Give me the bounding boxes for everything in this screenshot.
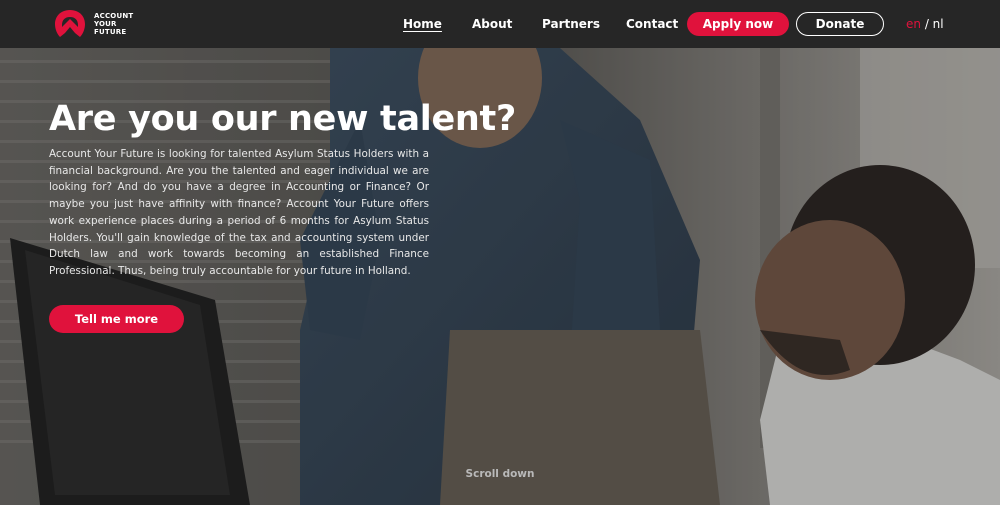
logo-wordmark: ACCOUNT YOUR FUTURE — [94, 12, 133, 36]
page: ACCOUNT YOUR FUTURE Home About Partners … — [0, 0, 1000, 505]
nav-contact[interactable]: Contact — [626, 17, 678, 31]
lang-nl-link[interactable]: nl — [933, 17, 944, 31]
lang-separator: / — [921, 17, 933, 31]
hero-description: Account Your Future is looking for talen… — [49, 148, 429, 277]
logo-line-2: YOUR — [94, 20, 117, 28]
nav-home[interactable]: Home — [403, 17, 442, 31]
logo-line-1: ACCOUNT — [94, 12, 134, 20]
apply-now-button[interactable]: Apply now — [687, 12, 789, 36]
hero-title: Are you our new talent? — [49, 99, 516, 139]
site-logo[interactable]: ACCOUNT YOUR FUTURE — [54, 9, 133, 39]
scroll-down-link[interactable]: Scroll down — [0, 468, 1000, 480]
donate-button[interactable]: Donate — [796, 12, 884, 36]
site-header: ACCOUNT YOUR FUTURE Home About Partners … — [0, 0, 1000, 48]
tell-me-more-button[interactable]: Tell me more — [49, 305, 184, 333]
language-switcher: en / nl — [906, 17, 944, 31]
nav-partners[interactable]: Partners — [542, 17, 600, 31]
lang-en-link[interactable]: en — [906, 17, 921, 31]
logo-mark-icon — [55, 10, 85, 37]
logo-line-3: FUTURE — [94, 28, 127, 36]
hero-content: Are you our new talent? Account Your Fut… — [49, 98, 516, 280]
nav-about[interactable]: About — [472, 17, 512, 31]
